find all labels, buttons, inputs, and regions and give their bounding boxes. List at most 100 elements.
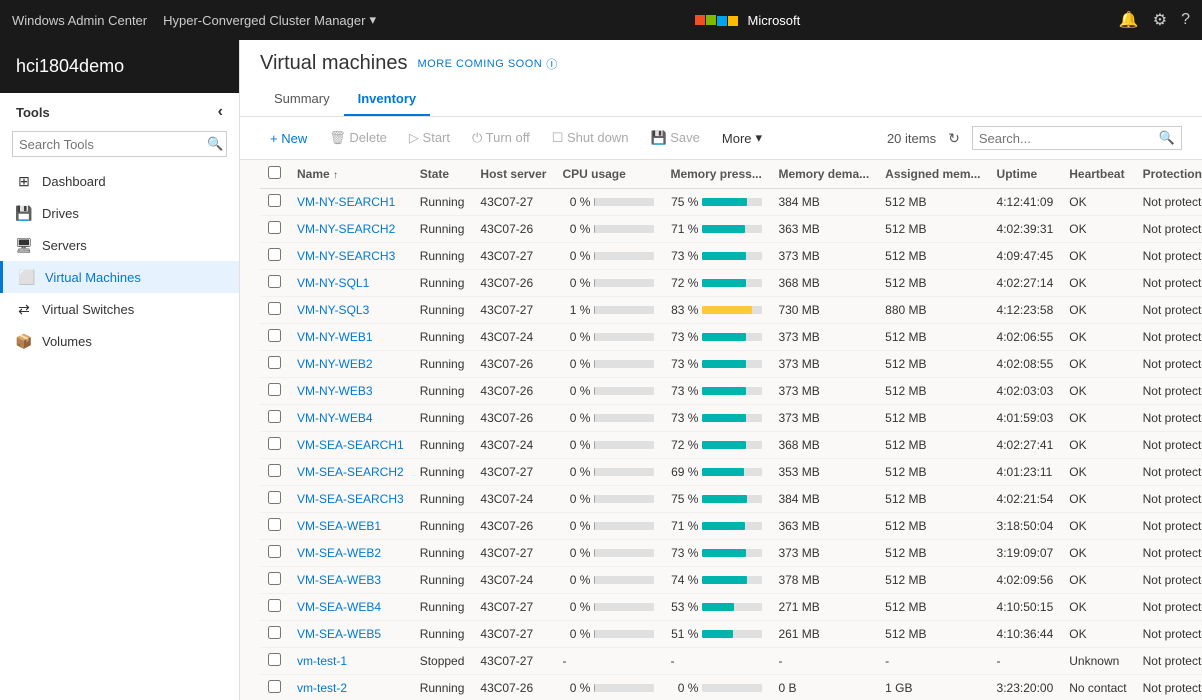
row-select-checkbox[interactable] [268,383,281,396]
vm-name-link[interactable]: vm-test-1 [297,654,347,668]
vm-name-cell: VM-NY-WEB3 [289,378,412,405]
search-tools-input[interactable] [13,133,201,156]
new-button[interactable]: + New [260,126,317,151]
more-button[interactable]: More ▾ [712,125,772,151]
vm-host-cell: 43C07-26 [472,216,554,243]
vm-name-link[interactable]: VM-NY-SQL3 [297,303,369,317]
row-select-checkbox[interactable] [268,599,281,612]
col-header-assigned_mem[interactable]: Assigned mem... [877,160,988,189]
turnoff-button[interactable]: ⏻ Turn off [462,125,540,151]
table-row: VM-NY-SEARCH3Running43C07-270 %73 %373 M… [260,243,1202,270]
select-all-checkbox[interactable] [268,166,281,179]
vm-name-link[interactable]: VM-NY-WEB4 [297,411,373,425]
vm-name-link[interactable]: VM-SEA-SEARCH2 [297,465,404,479]
row-select-checkbox[interactable] [268,464,281,477]
table-row: VM-NY-SQL1Running43C07-260 %72 %368 MB51… [260,270,1202,297]
col-header-mem_demand[interactable]: Memory dema... [770,160,877,189]
tab-inventory[interactable]: Inventory [344,83,431,116]
col-header-uptime[interactable]: Uptime [989,160,1062,189]
help-icon[interactable]: ? [1181,11,1190,29]
row-select-checkbox[interactable] [268,545,281,558]
row-select-checkbox[interactable] [268,275,281,288]
vm-assigned-mem-cell: 512 MB [877,324,988,351]
vm-protection-cell: Not protected [1135,486,1202,513]
tools-label: Tools ‹ [0,93,239,127]
table-search-input[interactable] [979,131,1155,146]
vm-name-link[interactable]: vm-test-2 [297,681,347,695]
vm-state-cell: Running [412,189,473,216]
vm-name-link[interactable]: VM-SEA-WEB3 [297,573,381,587]
mem-pct: 69 % [670,465,698,479]
row-select-checkbox[interactable] [268,680,281,693]
col-header-host[interactable]: Host server [472,160,554,189]
start-button[interactable]: ▷ Start [399,125,460,151]
vm-cpu-cell: 0 % [554,216,662,243]
mem-pct: 72 % [670,438,698,452]
row-select-checkbox[interactable] [268,329,281,342]
col-header-mem_press[interactable]: Memory press... [662,160,770,189]
sidebar-item-volumes[interactable]: 📦Volumes [0,325,239,357]
vm-name-link[interactable]: VM-NY-WEB2 [297,357,373,371]
sidebar-collapse-icon[interactable]: ‹ [218,103,223,121]
sidebar-item-servers[interactable]: 🖥Servers [0,229,239,261]
vm-host-cell: 43C07-26 [472,378,554,405]
vm-state-cell: Running [412,621,473,648]
col-header-protection[interactable]: Protection... [1135,160,1202,189]
row-select-checkbox[interactable] [268,626,281,639]
vm-name-link[interactable]: VM-SEA-SEARCH3 [297,492,404,506]
sidebar-item-virtual-machines[interactable]: ⬜Virtual Machines [0,261,239,293]
sidebar-item-drives[interactable]: 💾Drives [0,197,239,229]
save-button[interactable]: 💾 Save [640,125,709,151]
vm-name-link[interactable]: VM-SEA-WEB1 [297,519,381,533]
vm-name-link[interactable]: VM-SEA-WEB2 [297,546,381,560]
vm-name-link[interactable]: VM-NY-SEARCH1 [297,195,395,209]
row-select-checkbox[interactable] [268,653,281,666]
vm-state-cell: Running [412,594,473,621]
notification-icon[interactable]: 🔔 [1119,10,1139,30]
vm-state-cell: Running [412,540,473,567]
cpu-pct: 0 % [562,681,590,695]
row-select-checkbox[interactable] [268,518,281,531]
vm-name-link[interactable]: VM-NY-SEARCH2 [297,222,395,236]
delete-button[interactable]: 🗑 Delete [319,125,397,151]
vm-name-link[interactable]: VM-NY-SEARCH3 [297,249,395,263]
shutdown-button[interactable]: ☐ Shut down [542,125,639,151]
col-header-name[interactable]: Name ↑ [289,160,412,189]
settings-icon[interactable]: ⚙ [1153,10,1167,30]
chevron-down-icon[interactable]: ▾ [369,12,376,28]
vm-mem-pressure-cell: 74 % [662,567,770,594]
table-row: VM-NY-SEARCH1Running43C07-270 %75 %384 M… [260,189,1202,216]
row-select-checkbox[interactable] [268,302,281,315]
row-select-checkbox[interactable] [268,437,281,450]
vm-name-link[interactable]: VM-SEA-SEARCH1 [297,438,404,452]
col-header-state[interactable]: State [412,160,473,189]
row-select-checkbox[interactable] [268,572,281,585]
select-all-header[interactable] [260,160,289,189]
vm-mem-demand-cell: 373 MB [770,378,877,405]
vm-name-link[interactable]: VM-NY-SQL1 [297,276,369,290]
vm-name-link[interactable]: VM-NY-WEB1 [297,330,373,344]
sidebar-item-virtual-switches[interactable]: ⇄Virtual Switches [0,293,239,325]
row-select-checkbox[interactable] [268,221,281,234]
row-select-checkbox[interactable] [268,356,281,369]
vm-table: Name ↑StateHost serverCPU usageMemory pr… [260,160,1202,700]
row-select-checkbox[interactable] [268,194,281,207]
search-icon: 🔍 [1159,130,1175,146]
vm-name-link[interactable]: VM-SEA-WEB4 [297,600,381,614]
vm-uptime-cell: 4:02:08:55 [989,351,1062,378]
vm-name-link[interactable]: VM-SEA-WEB5 [297,627,381,641]
row-select-checkbox[interactable] [268,491,281,504]
vm-mem-pressure-cell: 73 % [662,378,770,405]
row-select-checkbox[interactable] [268,248,281,261]
vm-name-link[interactable]: VM-NY-WEB3 [297,384,373,398]
sidebar-item-dashboard[interactable]: ⊞Dashboard [0,165,239,197]
vm-mem-pressure-cell: 73 % [662,405,770,432]
vm-cpu-cell: 0 % [554,351,662,378]
vm-cpu-cell: 0 % [554,594,662,621]
col-header-heartbeat[interactable]: Heartbeat [1061,160,1134,189]
tab-summary[interactable]: Summary [260,83,344,116]
col-header-cpu[interactable]: CPU usage [554,160,662,189]
refresh-button[interactable]: ↻ [944,126,964,151]
row-select-checkbox[interactable] [268,410,281,423]
vm-protection-cell: Not protected [1135,351,1202,378]
